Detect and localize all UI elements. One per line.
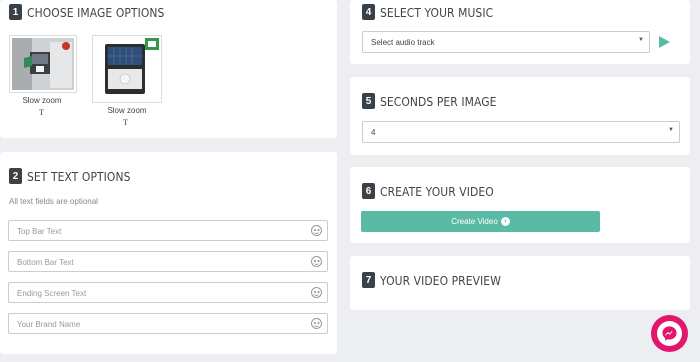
messenger-chat-button[interactable] — [651, 315, 688, 352]
step-badge: 4 — [362, 4, 375, 20]
play-icon[interactable] — [659, 36, 670, 48]
top-bar-text-field — [8, 220, 328, 241]
section-title: SET TEXT OPTIONS — [27, 168, 131, 184]
create-video-heading: 6 CREATE YOUR VIDEO — [362, 183, 512, 199]
audio-track-select[interactable]: Select audio track ▼ — [362, 31, 650, 53]
seconds-select[interactable]: 4 ▼ — [362, 121, 680, 143]
bottom-bar-text-input[interactable] — [9, 253, 299, 272]
section-title: SECONDS PER IMAGE — [380, 93, 497, 109]
bottom-bar-text-field — [8, 251, 328, 272]
step-badge: 7 — [362, 272, 375, 288]
brand-name-input[interactable] — [9, 315, 299, 334]
ending-screen-text-field — [8, 282, 328, 303]
music-heading: 4 SELECT YOUR MUSIC — [362, 4, 512, 20]
chevron-down-icon: ▼ — [638, 37, 644, 43]
optional-hint: All text fields are optional — [9, 197, 98, 206]
step-badge: 1 — [9, 4, 22, 20]
section-title: YOUR VIDEO PREVIEW — [380, 272, 501, 288]
seconds-panel — [350, 77, 690, 155]
section-title: SELECT YOUR MUSIC — [380, 4, 494, 20]
top-bar-text-input[interactable] — [9, 222, 299, 241]
image-2-effect-label: Slow zoom — [107, 106, 147, 115]
text-overlay-icon[interactable]: T — [123, 118, 128, 127]
brand-name-field — [8, 313, 328, 334]
ending-screen-text-input[interactable] — [9, 284, 299, 303]
image-thumbnail-2[interactable] — [92, 35, 162, 103]
text-options-heading: 2 SET TEXT OPTIONS — [9, 168, 147, 184]
image-1-effect-label: Slow zoom — [22, 96, 62, 105]
seconds-value: 4 — [371, 127, 376, 137]
text-overlay-icon[interactable]: T — [39, 108, 44, 117]
product-photo-wall-light — [12, 38, 74, 90]
messenger-icon — [657, 321, 682, 346]
product-photo-solar-light — [93, 36, 161, 102]
emoji-icon[interactable] — [311, 318, 322, 329]
create-video-label: Create Video — [451, 217, 498, 226]
create-video-button[interactable]: Create Video › — [361, 211, 600, 232]
chevron-down-icon: ▼ — [668, 127, 674, 133]
section-title: CHOOSE IMAGE OPTIONS — [27, 4, 165, 20]
seconds-heading: 5 SECONDS PER IMAGE — [362, 93, 515, 109]
audio-track-value: Select audio track — [371, 37, 435, 47]
emoji-icon[interactable] — [311, 256, 322, 267]
section-title: CREATE YOUR VIDEO — [380, 183, 494, 199]
emoji-icon[interactable] — [311, 287, 322, 298]
step-badge: 5 — [362, 93, 375, 109]
step-badge: 6 — [362, 183, 375, 199]
emoji-icon[interactable] — [311, 225, 322, 236]
choose-image-heading: 1 CHOOSE IMAGE OPTIONS — [9, 4, 187, 20]
image-thumbnail-1[interactable] — [9, 35, 77, 93]
arrow-right-circle-icon: › — [500, 217, 510, 226]
video-preview-heading: 7 YOUR VIDEO PREVIEW — [362, 272, 521, 288]
step-badge: 2 — [9, 168, 22, 184]
